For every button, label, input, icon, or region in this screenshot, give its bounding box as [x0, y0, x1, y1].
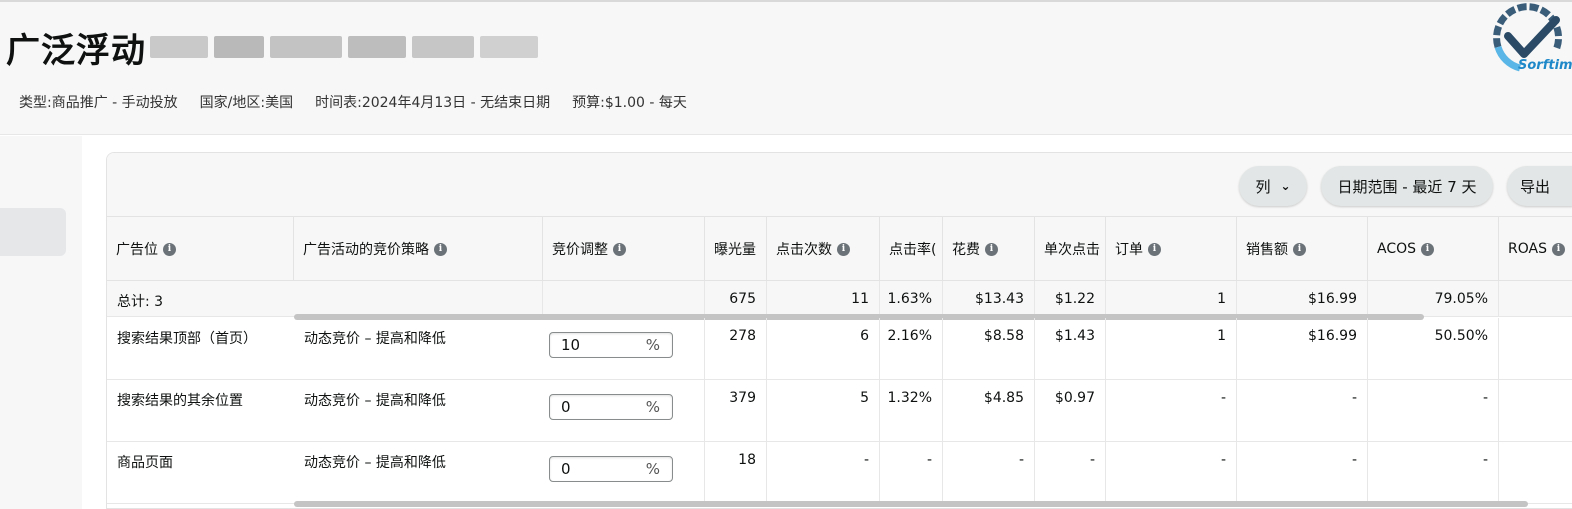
info-icon[interactable]: i [1421, 242, 1435, 256]
info-icon[interactable]: i [1293, 242, 1306, 256]
info-icon[interactable]: i [613, 242, 626, 256]
info-icon[interactable]: i [1148, 242, 1161, 256]
total-orders: 1 [1106, 281, 1237, 316]
campaign-header: 广泛浮动 类型:商品推广 - 手动投放 国家/地区:美国 时间表:2024年4月… [0, 2, 1572, 135]
info-icon[interactable]: i [837, 242, 850, 256]
table-header: 广告位 i 广告活动的竞价策略 i 竞价调整 i 曝光量 点击次数 i 点击率( 花费 i… [107, 217, 1572, 281]
campaign-country: 国家/地区:美国 [199, 95, 294, 111]
placement-cell: 商品页面 [117, 455, 173, 471]
impressions-cell: 278 [705, 318, 767, 379]
columns-button[interactable]: 列 ⌄ [1239, 166, 1307, 206]
sales-cell: - [1237, 442, 1368, 503]
total-cpc: $1.22 [1035, 281, 1106, 316]
table-row: 搜索结果顶部（首页） 动态竞价 – 提高和降低 10 % 278 6 2.16%… [107, 318, 1572, 380]
orders-cell: - [1106, 442, 1237, 503]
bid-strategy-cell: 动态竞价 – 提高和降低 [304, 331, 446, 347]
percent-unit: % [645, 460, 660, 478]
col-header-impressions[interactable]: 曝光量 [705, 217, 767, 281]
campaign-budget: 预算:$1.00 - 每天 [572, 95, 687, 111]
clicks-cell: - [767, 442, 880, 503]
date-range-button[interactable]: 日期范围 - 最近 7 天 [1321, 166, 1493, 206]
campaign-meta: 类型:商品推广 - 手动投放 国家/地区:美国 时间表:2024年4月13日 -… [19, 92, 709, 112]
cpc-cell: $1.43 [1035, 318, 1106, 379]
col-header-roas[interactable]: ROAS i [1499, 217, 1572, 281]
redacted-title-suffix [150, 36, 544, 58]
ctr-cell: 2.16% [880, 318, 943, 379]
total-sales: $16.99 [1237, 281, 1368, 316]
acos-cell: - [1368, 442, 1499, 503]
col-header-sales[interactable]: 销售额 i [1237, 217, 1368, 281]
sidebar [0, 136, 82, 509]
campaign-title-text: 广泛浮动 [6, 30, 146, 71]
clicks-cell: 5 [767, 380, 880, 441]
campaign-type: 类型:商品推广 - 手动投放 [19, 95, 178, 111]
cpc-cell: - [1035, 442, 1106, 503]
col-header-bid-adjustment[interactable]: 竞价调整 i [543, 217, 705, 281]
campaign-title: 广泛浮动 [6, 24, 544, 71]
sorftime-logo-text: Sorftim [1518, 58, 1572, 73]
bid-strategy-cell: 动态竞价 – 提高和降低 [304, 393, 446, 409]
col-header-acos[interactable]: ACOS i [1368, 217, 1499, 281]
impressions-cell: 18 [705, 442, 767, 503]
sales-cell: $16.99 [1237, 318, 1368, 379]
chevron-down-icon: ⌄ [1280, 179, 1291, 193]
total-clicks: 11 [767, 281, 880, 316]
table-row: 搜索结果的其余位置 动态竞价 – 提高和降低 0 % 379 5 1.32% $… [107, 380, 1572, 442]
col-header-bid-strategy[interactable]: 广告活动的竞价策略 i [294, 217, 543, 281]
total-ctr: 1.63% [880, 281, 943, 316]
col-header-cpc[interactable]: 单次点击 [1035, 217, 1106, 281]
export-button[interactable]: 导出 [1507, 166, 1572, 206]
percent-unit: % [645, 336, 660, 354]
bid-adjustment-cell: 0 % [543, 442, 705, 503]
ctr-cell: 1.32% [880, 380, 943, 441]
percent-unit: % [645, 398, 660, 416]
acos-cell: - [1368, 380, 1499, 441]
spend-cell: $8.58 [943, 318, 1035, 379]
col-header-placement[interactable]: 广告位 i [107, 217, 294, 281]
bottom-horizontal-scrollbar[interactable] [294, 501, 1528, 507]
clicks-cell: 6 [767, 318, 880, 379]
table-row: 商品页面 动态竞价 – 提高和降低 0 % 18 - - - - - - - [107, 442, 1572, 504]
total-impressions: 675 [705, 281, 767, 316]
info-icon[interactable]: i [1551, 242, 1565, 256]
total-spend: $13.43 [943, 281, 1035, 316]
table-toolbar: 列 ⌄ 日期范围 - 最近 7 天 导出 [107, 153, 1572, 217]
sidebar-item-active[interactable] [0, 208, 66, 256]
total-row: 总计: 3 675 11 1.63% $13.43 $1.22 1 $16.99… [107, 281, 1572, 317]
placement-cell: 搜索结果顶部（首页） [117, 331, 257, 347]
total-acos: 79.05% [1368, 281, 1499, 316]
col-header-spend[interactable]: 花费 i [943, 217, 1035, 281]
impressions-cell: 379 [705, 380, 767, 441]
orders-cell: 1 [1106, 318, 1237, 379]
acos-cell: 50.50% [1368, 318, 1499, 379]
total-label: 总计: 3 [117, 294, 164, 310]
campaign-schedule: 时间表:2024年4月13日 - 无结束日期 [315, 95, 551, 111]
spend-cell: $4.85 [943, 380, 1035, 441]
ctr-cell: - [880, 442, 943, 503]
col-header-ctr[interactable]: 点击率( [880, 217, 943, 281]
bid-adjustment-input[interactable]: 0 % [549, 394, 673, 420]
columns-label: 列 [1255, 177, 1271, 196]
bid-strategy-cell: 动态竞价 – 提高和降低 [304, 455, 446, 471]
bid-adjustment-input[interactable]: 0 % [549, 456, 673, 482]
placement-cell: 搜索结果的其余位置 [117, 393, 243, 409]
placement-table-panel: 列 ⌄ 日期范围 - 最近 7 天 导出 广告位 i 广告活动的竞价策略 i 竞价调… [106, 152, 1572, 509]
info-icon[interactable]: i [985, 242, 998, 256]
spend-cell: - [943, 442, 1035, 503]
orders-cell: - [1106, 380, 1237, 441]
col-header-clicks[interactable]: 点击次数 i [767, 217, 880, 281]
col-header-orders[interactable]: 订单 i [1106, 217, 1237, 281]
cpc-cell: $0.97 [1035, 380, 1106, 441]
sales-cell: - [1237, 380, 1368, 441]
bid-adjustment-input[interactable]: 10 % [549, 332, 673, 358]
info-icon[interactable]: i [434, 242, 447, 256]
info-icon[interactable]: i [163, 242, 176, 256]
bid-adjustment-cell: 10 % [543, 318, 705, 379]
bid-adjustment-cell: 0 % [543, 380, 705, 441]
